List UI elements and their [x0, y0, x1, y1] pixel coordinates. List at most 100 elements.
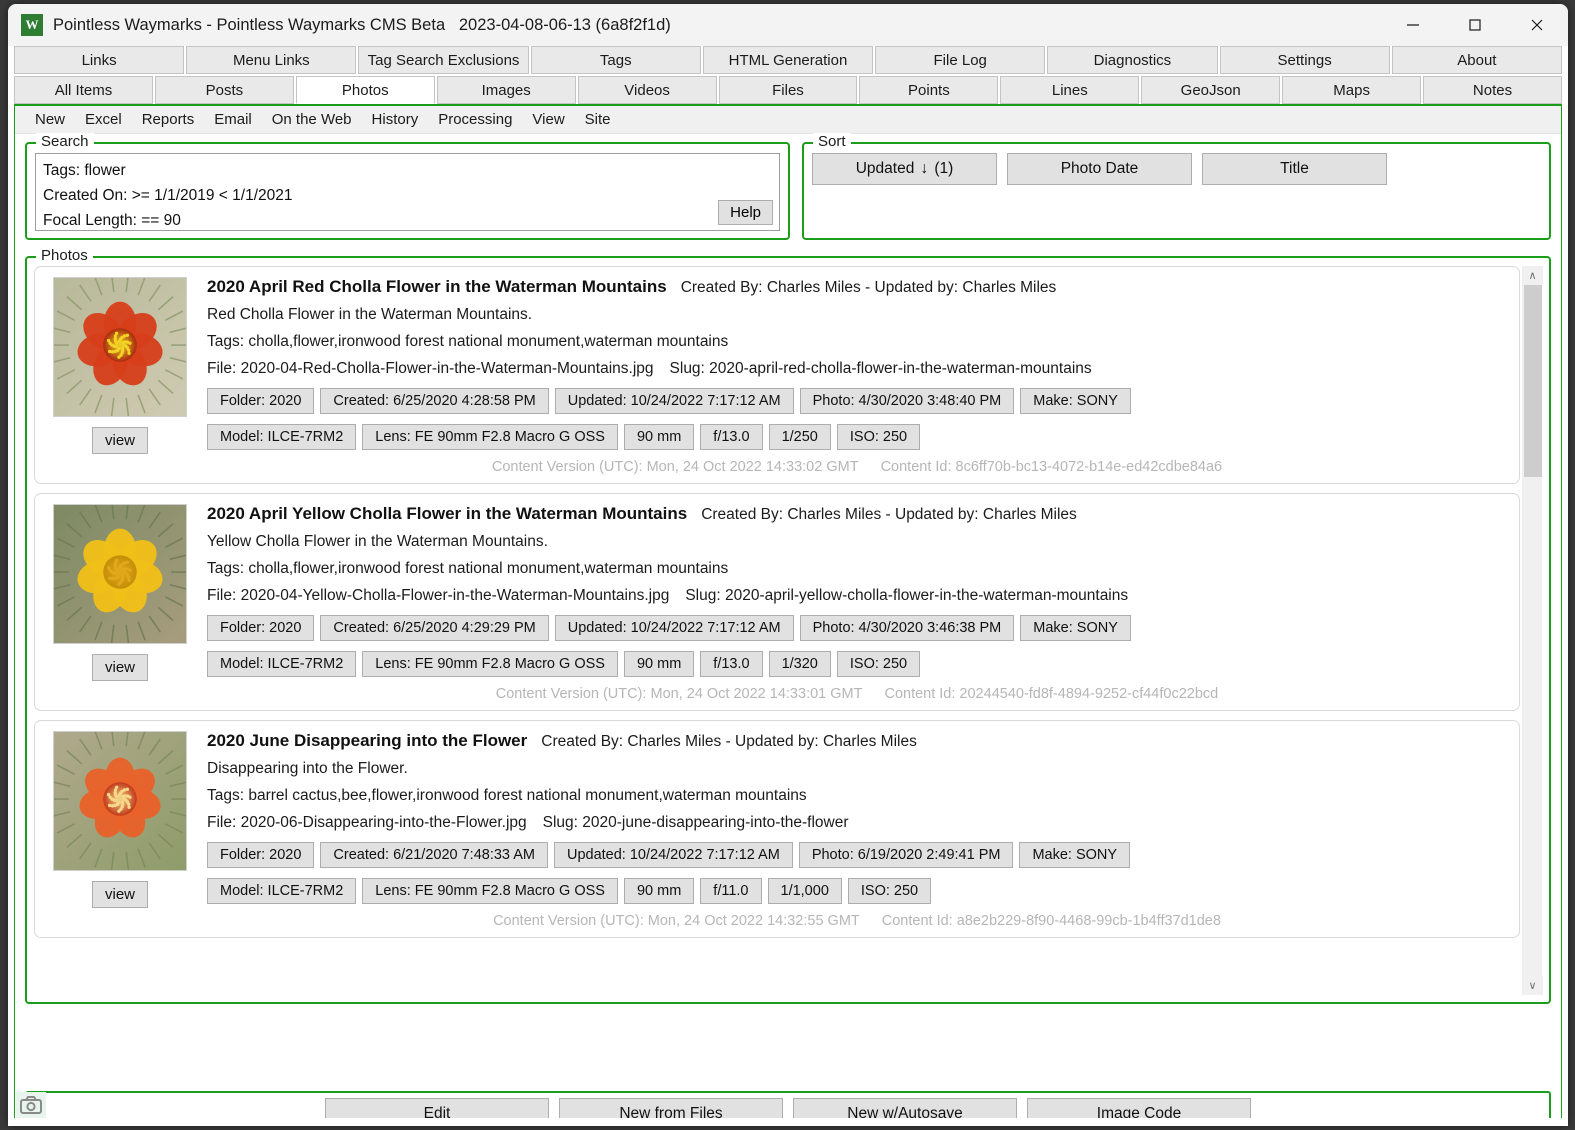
window-bottom-edge [8, 1118, 1568, 1126]
tab-about[interactable]: About [1391, 46, 1562, 74]
menu-item-reports[interactable]: Reports [132, 108, 205, 131]
metadata-chip[interactable]: Folder: 2020 [207, 615, 315, 641]
tab-lines[interactable]: Lines [1000, 76, 1140, 104]
metadata-chip[interactable]: Make: SONY [1020, 615, 1131, 641]
tab-photos[interactable]: Photos [295, 76, 435, 104]
photos-scrollbar[interactable]: ∧ ∨ [1522, 266, 1543, 995]
scrollbar-thumb[interactable] [1523, 285, 1542, 477]
sort-buttons: Updated ↓ (1) Photo Date Title [812, 153, 1541, 185]
metadata-chip[interactable]: Updated: 10/24/2022 7:17:12 AM [554, 388, 794, 414]
metadata-chip[interactable]: Lens: FE 90mm F2.8 Macro G OSS [362, 424, 618, 450]
photo-slug: Slug: 2020-april-yellow-cholla-flower-in… [685, 587, 1129, 604]
sort-button-title[interactable]: Title [1202, 153, 1387, 185]
metadata-chip[interactable]: Updated: 10/24/2022 7:17:12 AM [554, 615, 794, 641]
photo-thumbnail[interactable] [53, 731, 187, 871]
tab-tags[interactable]: Tags [530, 46, 701, 74]
metadata-chip[interactable]: ISO: 250 [836, 651, 921, 677]
photo-tags: Tags: barrel cactus,bee,flower,ironwood … [207, 787, 807, 804]
tab-notes[interactable]: Notes [1423, 76, 1562, 104]
photo-thumbnail[interactable] [53, 504, 187, 644]
menu-item-on-the-web[interactable]: On the Web [262, 108, 362, 131]
photo-footer-meta: Content Version (UTC): Mon, 24 Oct 2022 … [207, 686, 1507, 702]
menu-item-processing[interactable]: Processing [428, 108, 522, 131]
tab-links[interactable]: Links [14, 46, 185, 74]
tab-menu-links[interactable]: Menu Links [186, 46, 357, 74]
tab-images[interactable]: Images [436, 76, 576, 104]
menu-item-view[interactable]: View [522, 108, 574, 131]
metadata-chip[interactable]: Photo: 4/30/2020 3:46:38 PM [799, 615, 1015, 641]
search-group-title: Search [36, 133, 94, 150]
metadata-chip[interactable]: 1/250 [768, 424, 831, 450]
tab-videos[interactable]: Videos [577, 76, 717, 104]
search-help-button[interactable]: Help [718, 200, 773, 225]
scroll-up-icon[interactable]: ∧ [1522, 266, 1543, 285]
close-icon[interactable] [1506, 4, 1568, 46]
menu-item-excel[interactable]: Excel [75, 108, 132, 131]
photo-footer-meta: Content Version (UTC): Mon, 24 Oct 2022 … [207, 459, 1507, 475]
content-version: Content Version (UTC): Mon, 24 Oct 2022 … [495, 686, 863, 702]
camera-icon[interactable] [16, 1092, 46, 1118]
metadata-chip[interactable]: ISO: 250 [836, 424, 921, 450]
window-controls [1382, 4, 1568, 46]
metadata-chip[interactable]: f/11.0 [700, 878, 762, 904]
tab-file-log[interactable]: File Log [875, 46, 1046, 74]
search-input[interactable]: Tags: flower Created On: >= 1/1/2019 < 1… [35, 153, 780, 231]
scroll-down-icon[interactable]: ∨ [1522, 976, 1543, 995]
metadata-chip[interactable]: Photo: 4/30/2020 3:48:40 PM [799, 388, 1015, 414]
photo-file-name: File: 2020-04-Red-Cholla-Flower-in-the-W… [207, 360, 654, 377]
minimize-icon[interactable] [1382, 4, 1444, 46]
metadata-chip[interactable]: Created: 6/21/2020 7:48:33 AM [320, 842, 548, 868]
photo-list-item[interactable]: view 2020 April Yellow Cholla Flower in t… [34, 493, 1520, 711]
sort-button-updated[interactable]: Updated ↓ (1) [812, 153, 997, 185]
photo-thumbnail[interactable] [53, 277, 187, 417]
tab-html-generation[interactable]: HTML Generation [702, 46, 874, 74]
photo-list-item[interactable]: view 2020 April Red Cholla Flower in the … [34, 266, 1520, 484]
metadata-chip[interactable]: 1/1,000 [767, 878, 842, 904]
tab-all-items[interactable]: All Items [14, 76, 153, 104]
sort-button-label: Title [1280, 160, 1309, 177]
tab-settings[interactable]: Settings [1219, 46, 1390, 74]
view-photo-button[interactable]: view [91, 654, 148, 681]
tab-files[interactable]: Files [718, 76, 858, 104]
metadata-chip[interactable]: Folder: 2020 [207, 388, 315, 414]
metadata-chip[interactable]: Model: ILCE-7RM2 [207, 651, 357, 677]
tab-posts[interactable]: Posts [154, 76, 294, 104]
metadata-chip[interactable]: Lens: FE 90mm F2.8 Macro G OSS [362, 651, 618, 677]
metadata-chip[interactable]: Model: ILCE-7RM2 [207, 878, 357, 904]
scrollbar-track[interactable] [1523, 285, 1543, 976]
menu-item-history[interactable]: History [362, 108, 429, 131]
tab-geojson[interactable]: GeoJson [1141, 76, 1281, 104]
menu-item-email[interactable]: Email [204, 108, 262, 131]
photo-thumbnail-column: view [47, 731, 193, 929]
tab-diagnostics[interactable]: Diagnostics [1047, 46, 1218, 74]
metadata-chip[interactable]: Created: 6/25/2020 4:28:58 PM [320, 388, 549, 414]
metadata-chip[interactable]: 1/320 [768, 651, 831, 677]
metadata-chip[interactable]: f/13.0 [700, 651, 763, 677]
metadata-chip[interactable]: Updated: 10/24/2022 7:17:12 AM [553, 842, 793, 868]
title-bar: W Pointless Waymarks - Pointless Waymark… [8, 4, 1568, 46]
view-photo-button[interactable]: view [91, 881, 148, 908]
menu-item-new[interactable]: New [25, 108, 75, 131]
metadata-chip[interactable]: 90 mm [623, 878, 695, 904]
metadata-chip[interactable]: Folder: 2020 [207, 842, 315, 868]
metadata-chip[interactable]: Created: 6/25/2020 4:29:29 PM [320, 615, 549, 641]
view-photo-button[interactable]: view [91, 427, 148, 454]
tab-points[interactable]: Points [859, 76, 999, 104]
tab-tag-search-exclusions[interactable]: Tag Search Exclusions [358, 46, 529, 74]
maximize-icon[interactable] [1444, 4, 1506, 46]
metadata-chip[interactable]: Make: SONY [1020, 388, 1131, 414]
menu-item-site[interactable]: Site [575, 108, 621, 131]
metadata-chip[interactable]: Photo: 6/19/2020 2:49:41 PM [798, 842, 1014, 868]
metadata-chip[interactable]: 90 mm [623, 424, 695, 450]
metadata-chip[interactable]: f/13.0 [700, 424, 763, 450]
tab-maps[interactable]: Maps [1282, 76, 1422, 104]
metadata-chip[interactable]: Model: ILCE-7RM2 [207, 424, 357, 450]
sort-button-photo-date[interactable]: Photo Date [1007, 153, 1192, 185]
metadata-chip[interactable]: Make: SONY [1019, 842, 1131, 868]
metadata-chip[interactable]: ISO: 250 [847, 878, 932, 904]
photo-info: 2020 April Red Cholla Flower in the Wate… [193, 277, 1507, 475]
search-line-tags: Tags: flower [43, 162, 126, 179]
photo-list-item[interactable]: view 2020 June Disappearing into the Flow… [34, 720, 1520, 938]
metadata-chip[interactable]: 90 mm [623, 651, 695, 677]
metadata-chip[interactable]: Lens: FE 90mm F2.8 Macro G OSS [362, 878, 618, 904]
